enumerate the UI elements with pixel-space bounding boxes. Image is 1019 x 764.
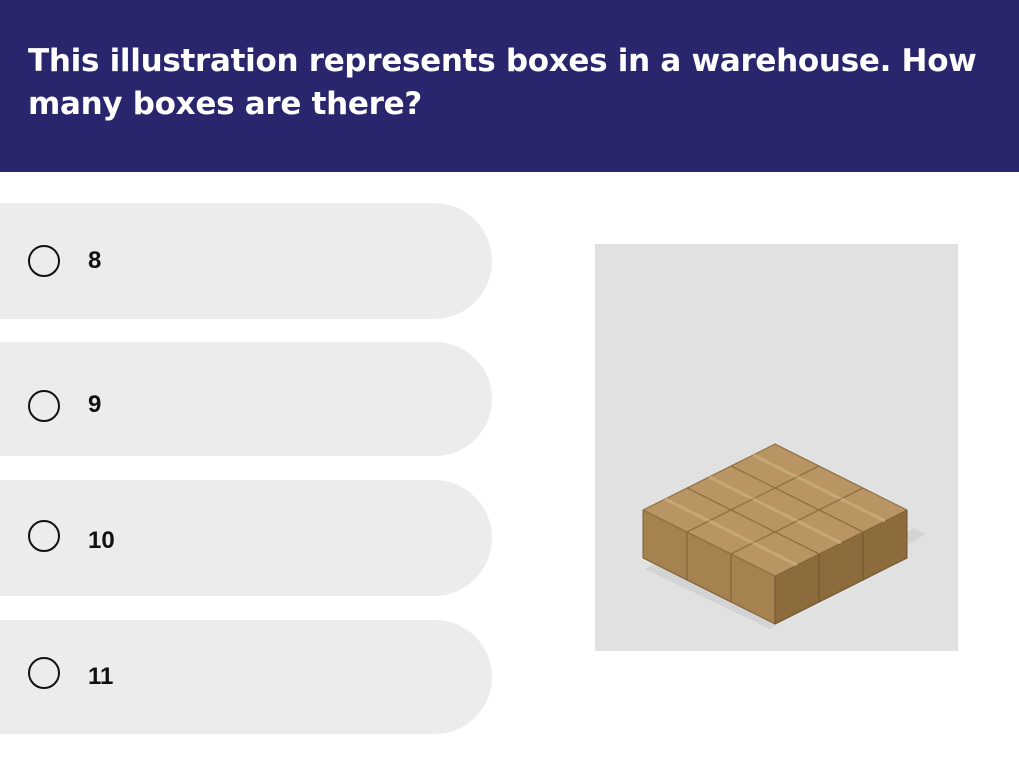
- option-11[interactable]: 11: [0, 620, 492, 734]
- option-label: 9: [88, 391, 102, 418]
- radio-button[interactable]: [28, 390, 60, 422]
- option-8[interactable]: 8: [0, 203, 492, 319]
- option-label: 11: [88, 663, 114, 690]
- boxes-group: [642, 443, 908, 625]
- option-label: 8: [88, 247, 102, 274]
- question-text: This illustration represents boxes in a …: [28, 43, 977, 122]
- question-header: This illustration represents boxes in a …: [0, 0, 1019, 172]
- option-10[interactable]: 10: [0, 480, 492, 596]
- radio-button[interactable]: [28, 245, 60, 277]
- boxes-illustration: [595, 244, 958, 651]
- radio-button[interactable]: [28, 520, 60, 552]
- boxes-icon: [640, 443, 925, 629]
- option-9[interactable]: 9: [0, 342, 492, 456]
- option-label: 10: [88, 527, 115, 554]
- radio-button[interactable]: [28, 657, 60, 689]
